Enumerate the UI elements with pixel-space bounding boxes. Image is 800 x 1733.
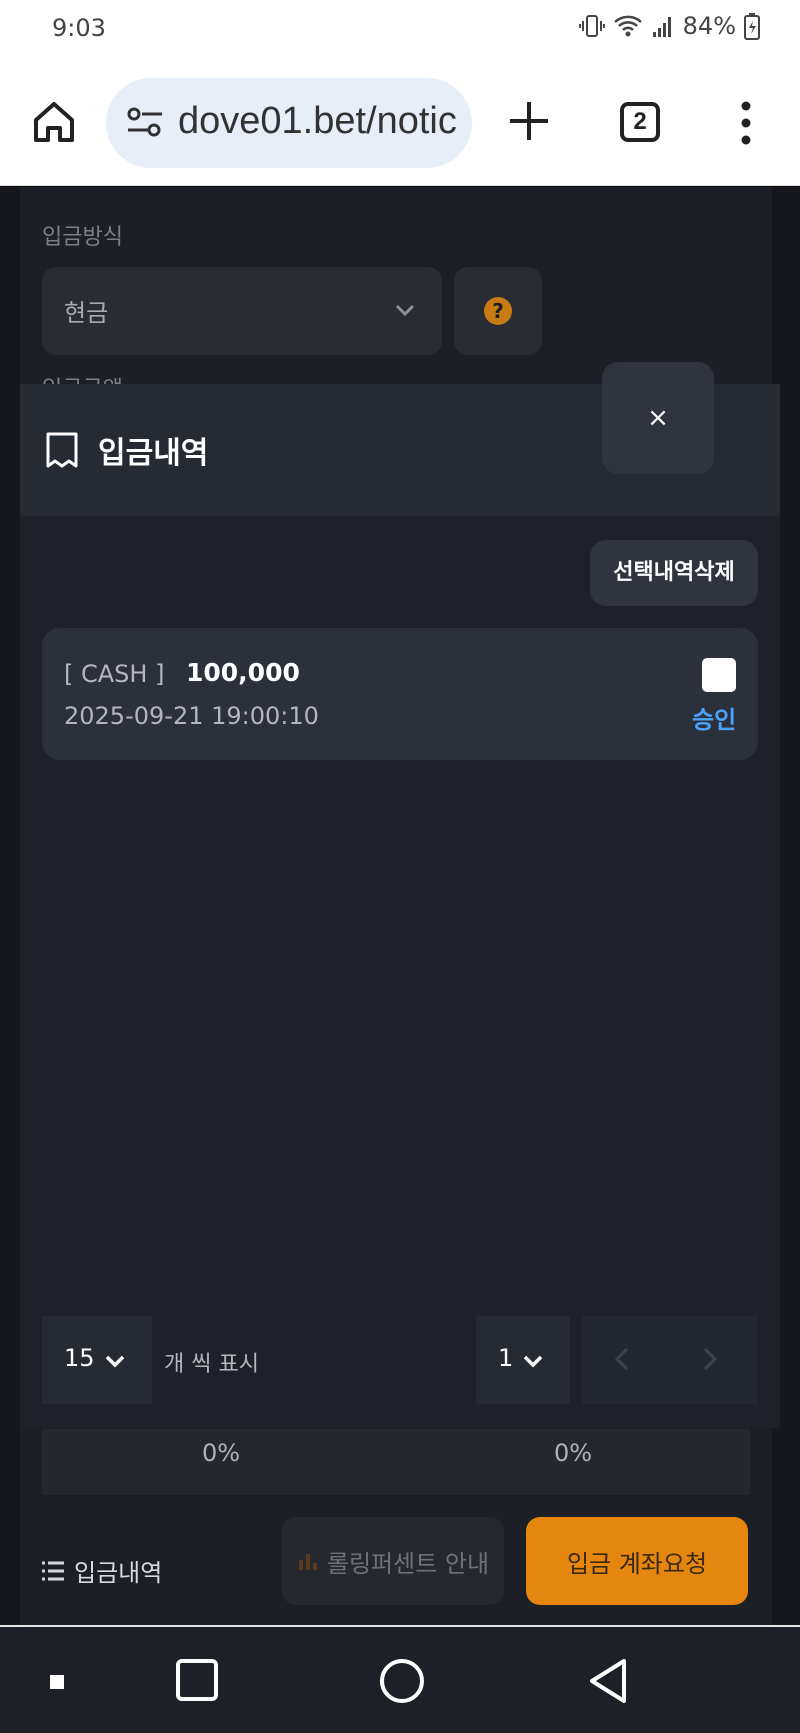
deposit-actions: 입금내역 롤링퍼센트 안내 입금 계좌요청 [0,1517,800,1625]
vibrate-icon [578,15,605,37]
rolling-info-button[interactable]: 롤링퍼센트 안내 [282,1517,504,1605]
item-status: 승인 [692,706,737,734]
status-bar: 9:03 84% [0,0,800,62]
address-bar[interactable]: dove01.bet/notic [106,78,472,168]
browser-toolbar: dove01.bet/notic 2 [0,62,800,186]
deposit-history-modal: 입금내역 × 선택내역삭제 [ CASH ] 100,000 2025-09-2… [20,362,780,1428]
more-menu-icon[interactable] [736,100,756,146]
nav-indicator-icon [50,1675,64,1689]
url-text: dove01.bet/notic [178,100,457,142]
chevron-left-icon[interactable] [612,1346,632,1372]
delete-selected-button[interactable]: 선택내역삭제 [590,540,758,606]
list-item: [ CASH ] 100,000 2025-09-21 19:00:10 승인 [42,628,758,760]
status-time: 9:03 [52,14,106,42]
status-icons: 84% [578,12,760,40]
home-circle-icon[interactable] [380,1659,424,1703]
question-icon: ? [484,297,512,325]
item-amount: 100,000 [186,658,300,687]
battery-icon [744,13,760,40]
recents-icon[interactable] [176,1659,218,1701]
tab-switcher-button[interactable]: 2 [620,102,660,142]
deposit-method-value: 현금 [64,299,109,327]
page-value: 1 [498,1344,514,1372]
rolling-info-label: 롤링퍼센트 안내 [326,1549,490,1578]
per-page-value: 15 [64,1344,95,1372]
system-nav-bar [0,1625,800,1733]
close-button[interactable]: × [602,362,714,474]
new-tab-icon[interactable] [506,98,552,144]
history-link[interactable]: 입금내역 [42,1553,162,1588]
deposit-amount-label: 입금금액 [42,371,123,385]
pagination: 15 개 씩 표시 1 [42,1316,758,1404]
percent-right: 0% [554,1439,593,1467]
item-date: 2025-09-21 19:00:10 [64,702,319,730]
list-icon [42,1561,64,1580]
percent-left: 0% [202,1439,241,1467]
receipt-icon [46,432,78,468]
home-icon[interactable] [30,98,78,146]
chart-icon [298,1554,317,1570]
deposit-method-select[interactable]: 현금 [42,267,442,355]
chevron-down-icon [105,1355,125,1368]
page-navigation [582,1316,758,1404]
per-page-label: 개 씩 표시 [164,1352,259,1377]
chevron-down-icon [395,304,415,317]
item-type: [ CASH ] [64,660,165,688]
item-checkbox[interactable] [702,658,736,692]
request-account-label: 입금 계좌요청 [566,1549,708,1578]
deposit-method-label: 입금방식 [42,225,123,250]
request-account-button[interactable]: 입금 계좌요청 [526,1517,748,1605]
rolling-percent-row: 0% 0% [42,1429,750,1495]
chevron-down-icon [523,1355,543,1368]
signal-icon [652,17,671,37]
battery-percent: 84% [682,12,736,40]
back-icon[interactable] [586,1657,630,1705]
history-link-label: 입금내역 [74,1559,163,1587]
wifi-icon [613,15,642,37]
help-button[interactable]: ? [454,267,542,355]
per-page-select[interactable]: 15 [42,1316,152,1404]
page-select[interactable]: 1 [476,1316,570,1404]
chevron-right-icon[interactable] [700,1346,720,1372]
modal-title: 입금내역 [98,436,209,471]
site-settings-icon[interactable] [126,106,164,140]
